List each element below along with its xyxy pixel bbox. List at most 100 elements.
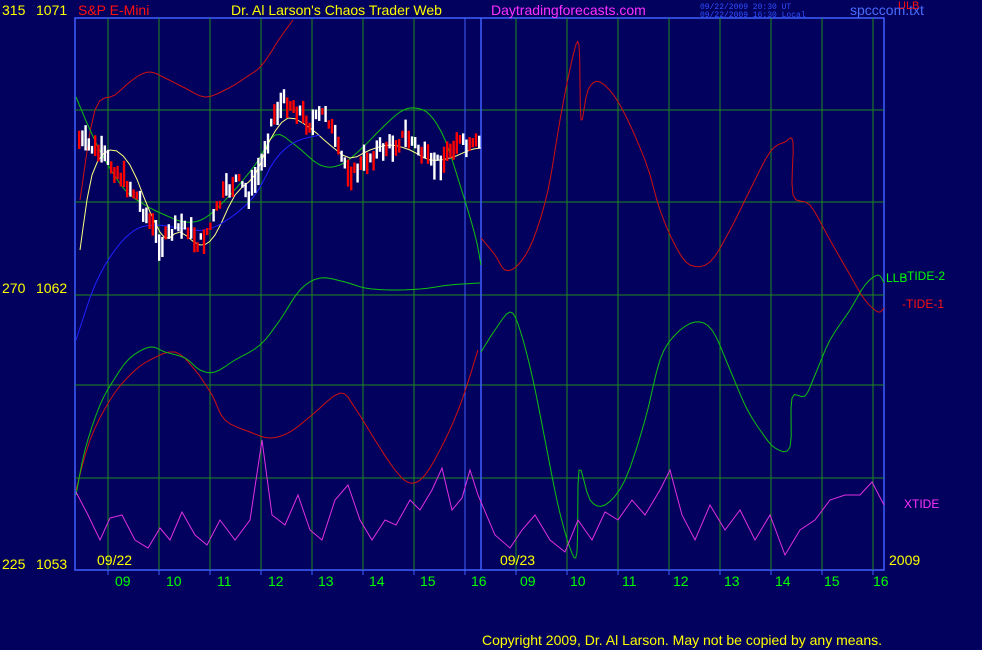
price-bar xyxy=(327,120,330,129)
plot-frame xyxy=(74,17,885,571)
price-bar xyxy=(276,101,279,125)
price-bar xyxy=(394,140,398,156)
price-bar xyxy=(426,144,430,164)
hour-label: 14 xyxy=(369,573,385,589)
price-bar xyxy=(161,236,164,257)
price-bar xyxy=(462,133,465,145)
hour-label: 09 xyxy=(520,573,536,589)
header-left-scale: 315 xyxy=(2,2,26,18)
price-bar xyxy=(167,224,170,239)
chart-series xyxy=(75,19,885,559)
price-bar xyxy=(401,130,404,138)
price-bar xyxy=(180,213,183,239)
price-bar xyxy=(478,135,481,149)
price-bar xyxy=(455,132,458,154)
price-bar xyxy=(289,101,292,111)
price-bar xyxy=(218,200,222,209)
price-bar xyxy=(247,191,250,209)
price-bar xyxy=(350,166,353,191)
tide1-line-day2 xyxy=(480,40,885,313)
price-bar xyxy=(199,233,202,240)
price-bar xyxy=(186,227,190,240)
price-bar xyxy=(177,223,180,232)
price-bar xyxy=(353,162,356,174)
price-bar xyxy=(337,136,340,155)
price-bars xyxy=(78,89,481,261)
price-bar xyxy=(404,119,407,148)
date-day1: 09/22 xyxy=(97,552,133,568)
price-bar xyxy=(292,100,295,113)
price-bar xyxy=(266,133,270,154)
price-bar xyxy=(273,104,276,125)
price-bar xyxy=(225,173,228,196)
price-bar xyxy=(346,159,350,187)
tide2-line-day1 xyxy=(75,277,481,496)
price-bar xyxy=(474,133,478,147)
hour-label: 12 xyxy=(268,573,284,589)
price-bar xyxy=(254,167,257,193)
price-bar xyxy=(369,153,372,163)
price-bar xyxy=(151,213,154,236)
price-bar xyxy=(382,143,385,161)
price-bar xyxy=(446,141,449,161)
price-bar xyxy=(113,167,116,183)
site-name: Daytradingforecasts.com xyxy=(491,2,646,18)
price-bar xyxy=(129,181,132,197)
price-bar xyxy=(122,160,126,188)
price-bar xyxy=(222,181,225,198)
price-bar xyxy=(87,138,90,151)
price-bar xyxy=(257,157,260,186)
price-bar xyxy=(398,139,401,153)
price-bar xyxy=(135,191,138,200)
price-bar xyxy=(145,207,148,224)
price-bar xyxy=(238,173,241,182)
price-bar xyxy=(356,163,359,183)
hour-label: 09 xyxy=(115,573,131,589)
scale-left-mid: 270 xyxy=(2,280,26,296)
price-bar xyxy=(385,141,388,157)
price-bar xyxy=(241,181,244,188)
price-bar xyxy=(84,125,87,151)
price-bar xyxy=(119,172,122,187)
hour-label: 11 xyxy=(217,573,232,589)
hour-label: 13 xyxy=(724,573,740,589)
price-bar xyxy=(100,135,103,163)
price-bar xyxy=(158,234,161,261)
price-bar xyxy=(366,152,369,175)
hour-label: 16 xyxy=(873,573,889,589)
xtide-label: XTIDE xyxy=(904,497,940,511)
price-bar xyxy=(250,169,254,196)
price-bar xyxy=(282,89,286,104)
price-bar xyxy=(372,151,375,171)
price-bar xyxy=(126,181,129,198)
price-bar xyxy=(170,228,174,241)
price-bar xyxy=(231,176,234,197)
price-bar xyxy=(391,135,394,162)
price-bar xyxy=(97,144,100,162)
price-bar xyxy=(442,146,446,173)
hour-label: 15 xyxy=(420,573,436,589)
header-right-scale: 1071 xyxy=(36,2,68,18)
tide1-label: -TIDE-1 xyxy=(902,297,944,311)
price-bar xyxy=(433,152,436,180)
price-bar xyxy=(471,138,474,148)
price-bar xyxy=(436,154,439,161)
year-label: 2009 xyxy=(889,552,921,568)
price-bar xyxy=(190,217,193,239)
chart-title: Dr. Al Larson's Chaos Trader Web xyxy=(231,2,442,18)
hour-label: 11 xyxy=(622,573,637,589)
price-bar xyxy=(90,145,94,154)
price-bar xyxy=(410,136,414,146)
price-bar xyxy=(260,153,263,171)
hour-label: 14 xyxy=(775,573,791,589)
scale-right-mid: 1062 xyxy=(36,280,68,296)
price-bar xyxy=(420,146,423,164)
price-bar xyxy=(334,124,337,147)
price-bar xyxy=(417,144,420,156)
price-bar xyxy=(375,140,378,159)
price-bar xyxy=(286,97,289,118)
price-bar xyxy=(279,92,282,119)
timestamp-local: 09/22/2009 16:30 Local xyxy=(700,11,806,20)
price-bar xyxy=(308,122,311,133)
price-bar xyxy=(388,134,391,149)
